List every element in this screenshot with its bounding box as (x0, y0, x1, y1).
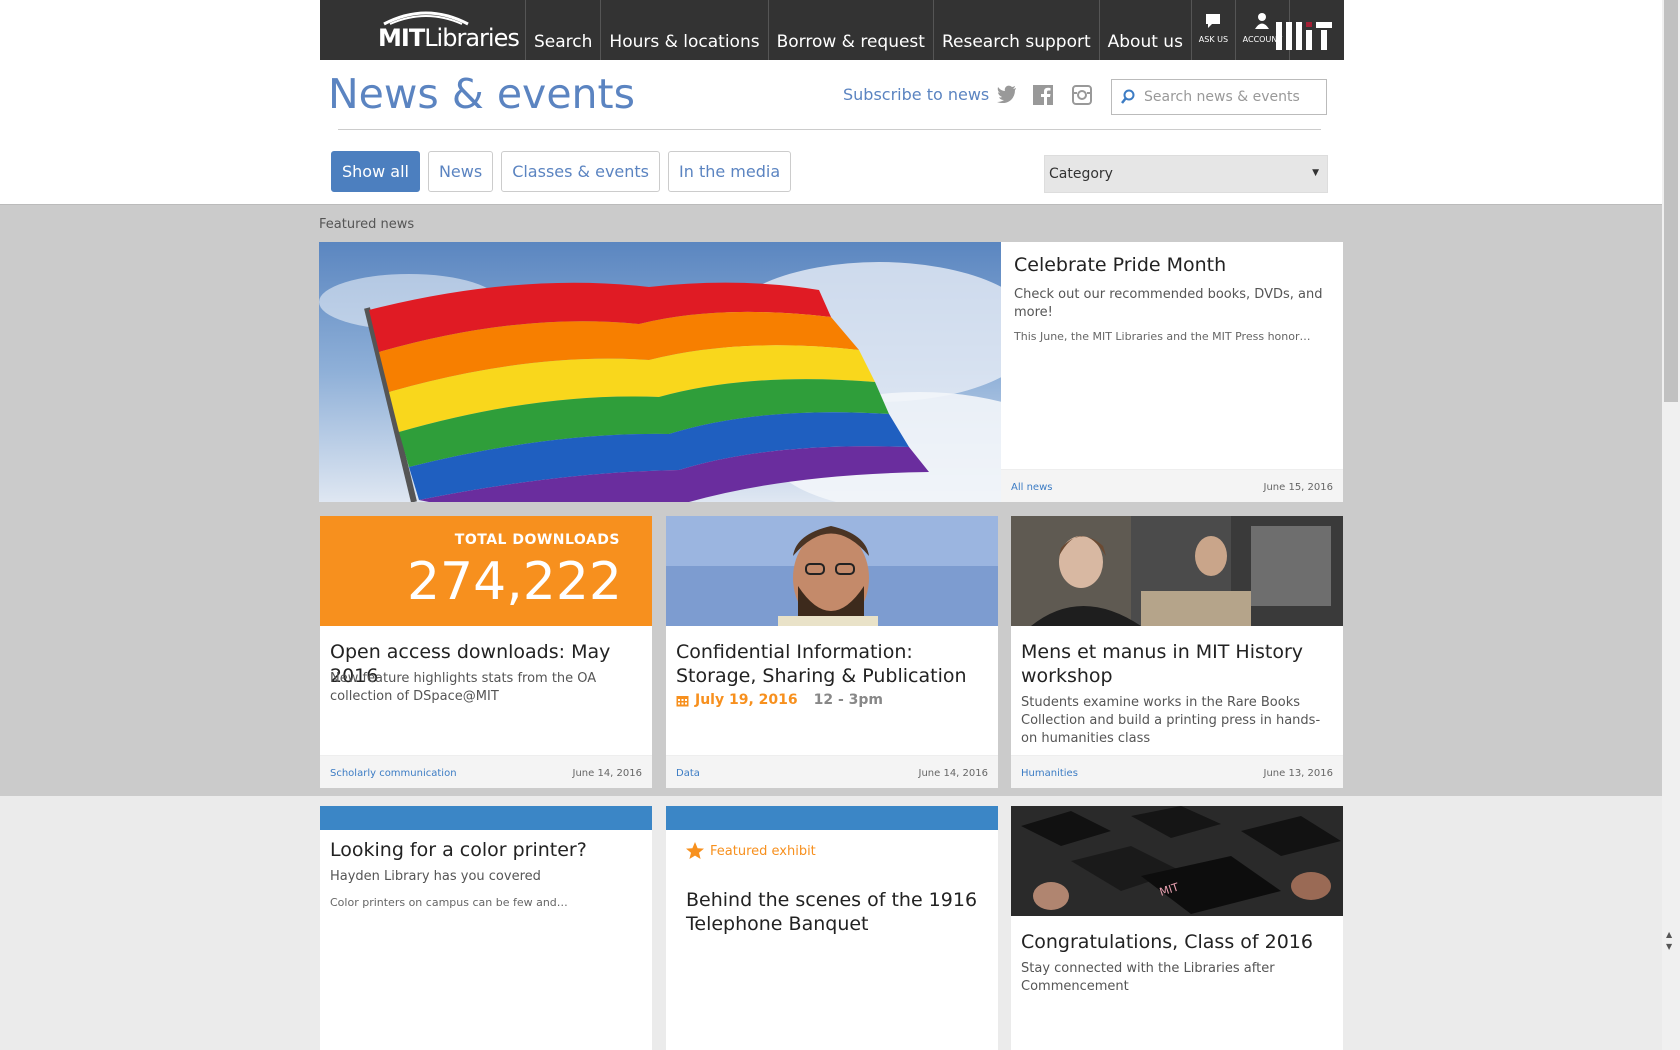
facebook-icon[interactable] (1033, 85, 1053, 105)
nav-search[interactable]: Search (526, 0, 602, 60)
event-time: 12 - 3pm (813, 692, 884, 708)
account-icon (1255, 13, 1270, 29)
category-select-label: Category (1049, 166, 1113, 182)
card-date: June 14, 2016 (918, 768, 989, 779)
featured-news-label: Featured news (319, 217, 415, 232)
hero-title[interactable]: Celebrate Pride Month (1014, 254, 1226, 276)
category-select[interactable]: Category ▼ (1044, 155, 1328, 193)
header-divider (338, 129, 1321, 130)
card-color-printer[interactable]: Looking for a color printer? Hayden Libr… (320, 806, 652, 1050)
mit-libraries-logo[interactable]: MITLibraries (320, 0, 526, 60)
filter-classes-events[interactable]: Classes & events (501, 151, 661, 192)
card-subtitle: Hayden Library has you covered (330, 869, 541, 884)
card-category-link[interactable]: Data (676, 768, 700, 779)
card-title[interactable]: Looking for a color printer? (330, 838, 640, 862)
logo-text: MITLibraries (378, 24, 520, 52)
subscribe-link[interactable]: Subscribe to news (843, 85, 989, 104)
filter-news[interactable]: News (427, 151, 494, 192)
nav-research-support[interactable]: Research support (934, 0, 1100, 60)
card-title[interactable]: Behind the scenes of the 1916 Telephone … (686, 888, 996, 936)
chat-bubble-icon (1206, 14, 1221, 28)
page-title: News & events (328, 70, 635, 118)
card-mens-et-manus[interactable]: Mens et manus in MIT History workshop St… (1011, 516, 1343, 788)
downloads-banner: TOTAL DOWNLOADS 274,222 (320, 516, 652, 626)
filter-tabs: Show all News Classes & events In the me… (331, 151, 792, 192)
card-date: June 14, 2016 (572, 768, 643, 779)
card-title[interactable]: Congratulations, Class of 2016 (1021, 930, 1331, 954)
card-footer: Data June 14, 2016 (666, 755, 998, 788)
hero-footer: All news June 15, 2016 (1001, 469, 1343, 502)
event-date-text: July 19, 2016 (695, 692, 798, 708)
card-open-access[interactable]: TOTAL DOWNLOADS 274,222 Open access down… (320, 516, 652, 788)
page-scrollbar[interactable]: ▲ ▼ (1662, 0, 1680, 1050)
news-search-input[interactable] (1144, 89, 1324, 105)
card-subtitle: Stay connected with the Libraries after … (1021, 961, 1275, 994)
mit-logo-icon[interactable] (1276, 20, 1332, 50)
hero-date: June 15, 2016 (1263, 482, 1334, 493)
ask-us-label: ASK US (1198, 35, 1229, 44)
card-title[interactable]: Confidential Information: Storage, Shari… (676, 640, 986, 688)
card-color-bar (666, 806, 998, 830)
card-class-of-2016[interactable]: MIT Congratulations, Class of 2016 Stay … (1011, 806, 1343, 1050)
card-body: Color printers on campus can be few and… (330, 896, 568, 909)
card-category-link[interactable]: Scholarly communication (330, 768, 457, 779)
star-icon (686, 842, 704, 859)
nav-about-us[interactable]: About us (1100, 0, 1192, 60)
hero-subtitle: Check out our recommended books, DVDs, a… (1014, 287, 1323, 320)
nav-borrow-request[interactable]: Borrow & request (769, 0, 934, 60)
filter-in-the-media[interactable]: In the media (668, 151, 792, 192)
featured-exhibit-text: Featured exhibit (710, 843, 816, 859)
card-footer: Scholarly communication June 14, 2016 (320, 755, 652, 788)
calendar-icon (676, 695, 689, 706)
speaker-photo (666, 516, 998, 626)
news-search-box (1111, 79, 1327, 115)
scroll-up-arrow-icon[interactable]: ▲ (1666, 930, 1672, 939)
downloads-value: 274,222 (406, 552, 622, 612)
scrollbar-thumb[interactable] (1664, 0, 1678, 402)
pride-flag-image[interactable] (319, 242, 1001, 502)
twitter-icon[interactable] (997, 85, 1017, 103)
downloads-label: TOTAL DOWNLOADS (454, 532, 620, 548)
instagram-icon[interactable] (1072, 85, 1092, 105)
card-subtitle: New feature highlights stats from the OA… (330, 671, 597, 704)
filter-show-all[interactable]: Show all (331, 151, 420, 192)
featured-exhibit-label: Featured exhibit (686, 842, 816, 860)
nav-hours-locations[interactable]: Hours & locations (601, 0, 769, 60)
search-icon[interactable] (1120, 89, 1136, 105)
logo-dome-icon (383, 11, 469, 26)
scroll-down-arrow-icon[interactable]: ▼ (1666, 942, 1672, 951)
event-date: July 19, 2016 12 - 3pm (676, 692, 883, 708)
card-title[interactable]: Mens et manus in MIT History workshop (1021, 640, 1331, 688)
card-confidential-info[interactable]: Confidential Information: Storage, Shari… (666, 516, 998, 788)
hero-body: This June, the MIT Libraries and the MIT… (1014, 330, 1311, 343)
card-color-bar (320, 806, 652, 830)
card-category-link[interactable]: Humanities (1021, 768, 1078, 779)
card-subtitle: Students examine works in the Rare Books… (1021, 695, 1321, 746)
workshop-photo (1011, 516, 1343, 626)
hero-category-link[interactable]: All news (1011, 482, 1052, 493)
ask-us-button[interactable]: ASK US (1192, 0, 1236, 60)
card-footer: Humanities June 13, 2016 (1011, 755, 1343, 788)
hero-card[interactable]: Celebrate Pride Month Check out our reco… (1001, 242, 1343, 502)
dropdown-arrow-icon: ▼ (1312, 168, 1319, 178)
card-date: June 13, 2016 (1263, 768, 1334, 779)
graduation-photo: MIT (1011, 806, 1343, 916)
card-telephone-banquet[interactable]: Featured exhibit Behind the scenes of th… (666, 806, 998, 1050)
top-navigation: MITLibraries Search Hours & locations Bo… (320, 0, 1344, 60)
